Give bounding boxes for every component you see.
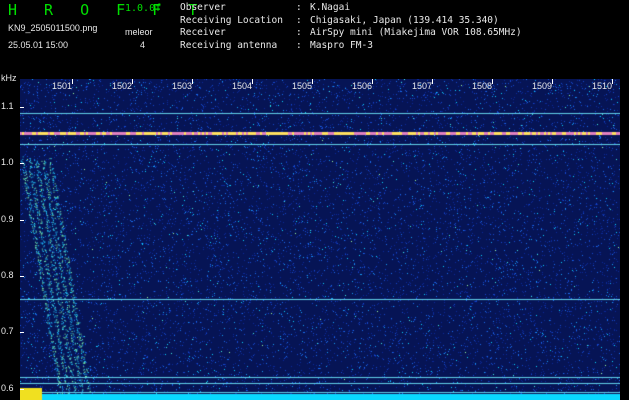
x-tick-mark [192,79,193,84]
info-label: Receiver [180,27,226,39]
x-tick-label: 1509 [531,81,553,91]
y-tick-mark [20,332,24,334]
mode-label: meleor [125,27,153,37]
y-tick-label: 1.1 [1,101,14,112]
x-tick-mark [72,79,73,84]
x-tick-label: 1502 [111,81,133,91]
info-label: Observer [180,2,226,13]
info-value: Chigasaki, Japan (139.414 35.340) [310,14,499,26]
info-row-receiver: Receiver : AirSpy mini (Miakejima VOR 10… [180,27,522,39]
x-tick-label: 1504 [231,81,253,91]
x-tick-label: 1508 [471,81,493,91]
x-tick-mark [132,79,133,84]
x-tick-mark [312,79,313,84]
x-tick-mark [372,79,373,84]
y-tick-mark [20,388,24,390]
info-value: Maspro FM-3 [310,39,373,51]
x-tick-label: 1501 [51,81,73,91]
x-tick-mark [252,79,253,84]
app-version: 1.0.0f [125,3,162,14]
y-tick-label: 0.6 [1,382,14,393]
y-tick-mark [20,107,24,109]
x-tick-mark [432,79,433,84]
x-tick-mark [612,79,613,84]
y-tick-label: 0.7 [1,326,14,337]
x-tick-label: 1503 [171,81,193,91]
observation-datetime: 25.05.01 15:00 [8,40,69,50]
mode-value: 4 [140,40,146,50]
info-row-location: Receiving Location : Chigasaki, Japan (1… [180,14,499,26]
info-row-observer: Observer : K.Nagai [180,2,351,13]
y-tick-mark [20,163,24,165]
x-tick-label: 1505 [291,81,313,91]
observation-info: Observer : K.Nagai Receiving Location : … [180,2,522,52]
x-tick-mark [492,79,493,84]
x-tick-mark [552,79,553,84]
x-tick-label: 1507 [411,81,433,91]
info-row-antenna: Receiving antenna : Maspro FM-3 [180,39,373,51]
info-label: Receiving antenna [180,39,278,51]
y-tick-label: 1.0 [1,157,14,168]
x-tick-label: 1510 [591,81,613,91]
app-brand: H R O F F T [8,1,207,19]
info-value: AirSpy mini (Miakejima VOR 108.65MHz) [310,27,522,39]
info-value: K.Nagai [310,2,351,13]
y-tick-mark [20,219,24,221]
y-tick-label: 0.9 [1,213,14,224]
y-axis-unit: kHz [1,73,17,83]
hrofft-window: H R O F F T 1.0.0f KN9_2505011500.png me… [0,0,629,400]
y-tick-label: 0.8 [1,270,14,281]
file-name: KN9_2505011500.png [8,23,98,33]
y-tick-mark [20,276,24,278]
spectrogram-canvas [20,79,620,400]
x-tick-label: 1506 [351,81,373,91]
info-label: Receiving Location [180,14,283,26]
